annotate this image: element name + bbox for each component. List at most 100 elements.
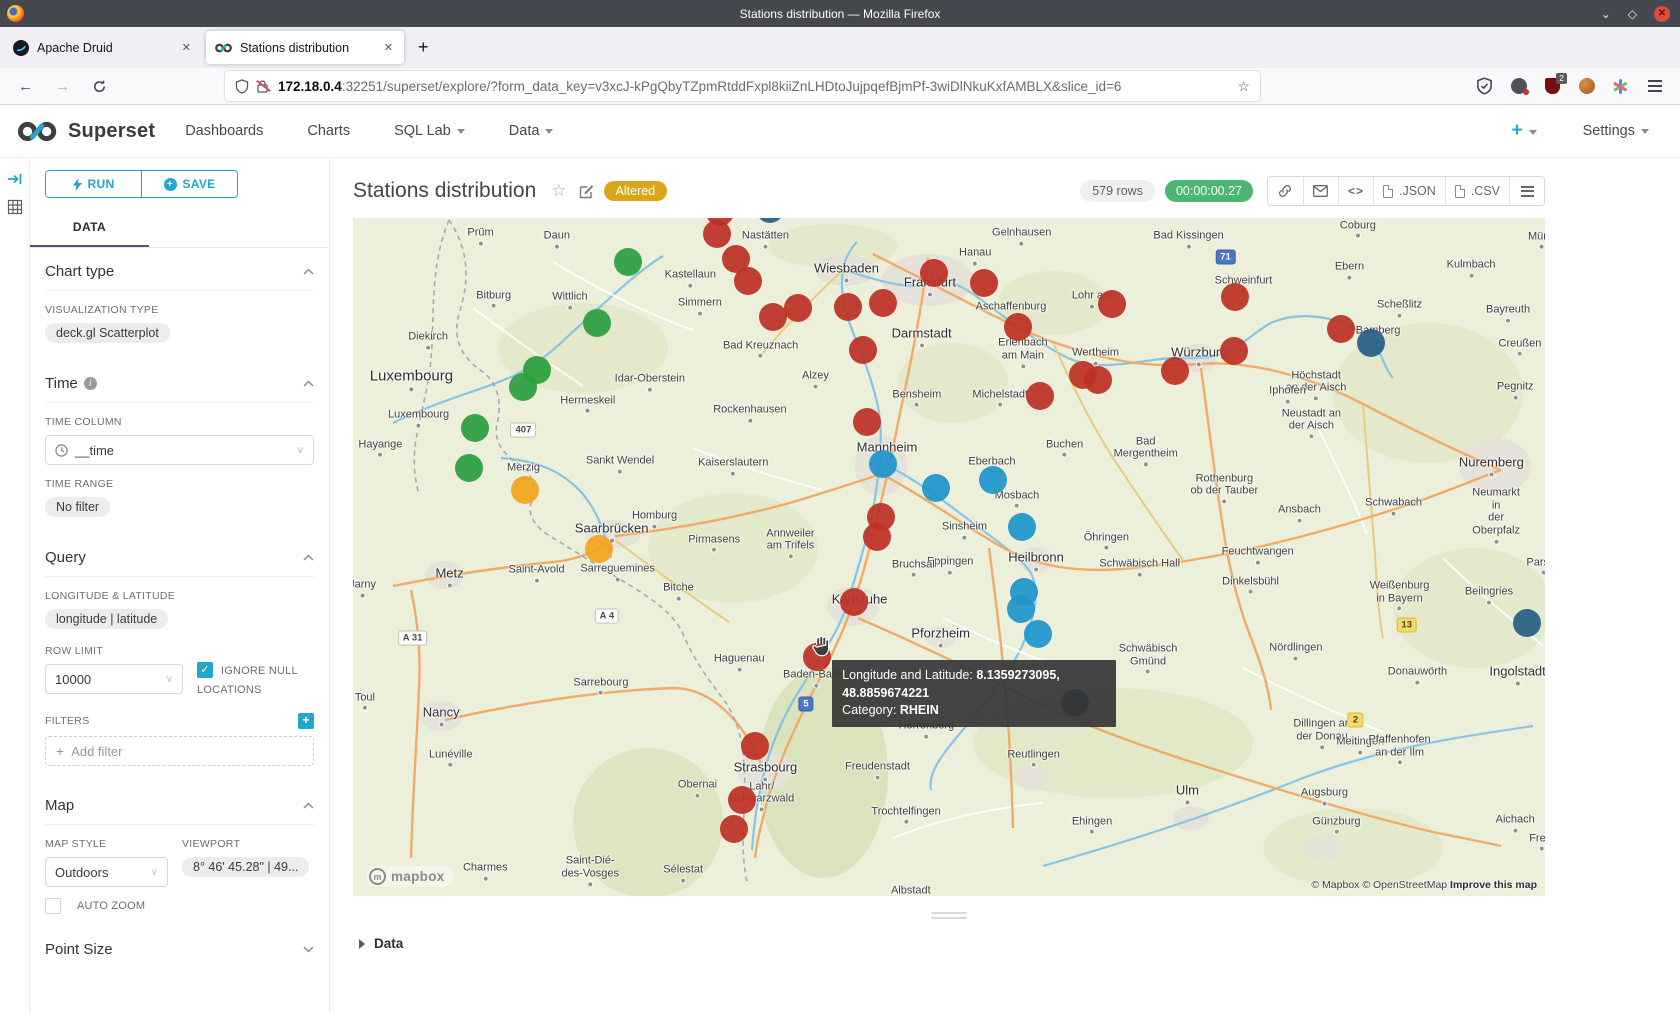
scatter-point[interactable] xyxy=(720,815,748,843)
add-filter-plus-button[interactable]: + xyxy=(298,713,314,729)
lonlat-value[interactable]: longitude | latitude xyxy=(45,609,168,629)
scatter-point[interactable] xyxy=(511,476,539,504)
altered-badge[interactable]: Altered xyxy=(604,181,668,201)
mapbox-logo[interactable]: m mapbox xyxy=(366,866,454,887)
checkbox-unchecked-icon[interactable] xyxy=(45,898,61,914)
scatter-point[interactable] xyxy=(1007,595,1035,623)
window-maximize-icon[interactable]: ◇ xyxy=(1628,7,1637,21)
scatter-point[interactable] xyxy=(1098,290,1126,318)
export-json-button[interactable]: .JSON xyxy=(1373,177,1445,205)
reload-icon[interactable] xyxy=(92,79,107,94)
embed-code-button[interactable]: <> xyxy=(1338,177,1373,205)
tab-apache-druid[interactable]: Apache Druid ✕ xyxy=(4,31,202,64)
tracking-shield-icon[interactable] xyxy=(235,79,249,94)
time-column-select[interactable]: __time ∨ xyxy=(45,435,314,465)
scatter-point[interactable] xyxy=(455,454,483,482)
scatter-point[interactable] xyxy=(920,259,948,287)
deckgl-map[interactable]: PrümDaunNastättenGelnhausenBad Kissingen… xyxy=(353,218,1545,896)
scatter-point[interactable] xyxy=(1220,337,1248,365)
checkbox-checked-icon[interactable]: ✓ xyxy=(197,662,213,678)
scatter-point[interactable] xyxy=(979,466,1007,494)
scatter-point[interactable] xyxy=(1024,620,1052,648)
superset-brand[interactable]: Superset xyxy=(17,119,155,144)
scatter-point[interactable] xyxy=(1357,329,1385,357)
panel-resize-handle[interactable] xyxy=(931,912,967,919)
scatter-point[interactable] xyxy=(585,535,613,563)
scatter-point[interactable] xyxy=(756,218,784,223)
tab-close-icon[interactable]: ✕ xyxy=(382,39,395,56)
nav-item-sql-lab[interactable]: SQL Lab xyxy=(394,123,465,139)
scatter-point[interactable] xyxy=(734,267,762,295)
back-button-icon[interactable]: ← xyxy=(18,78,33,95)
nav-item-dashboards[interactable]: Dashboards xyxy=(185,123,263,139)
scatter-point[interactable] xyxy=(863,523,891,551)
scatter-point[interactable] xyxy=(1221,283,1249,311)
window-minimize-icon[interactable]: ⌄ xyxy=(1601,7,1611,21)
section-point-size[interactable]: Point Size xyxy=(45,926,314,968)
section-chart-type[interactable]: Chart type xyxy=(45,248,314,291)
url-bar[interactable]: 172.18.0.4 :32251/superset/explore/?form… xyxy=(225,71,1260,101)
viz-type-value[interactable]: deck.gl Scatterplot xyxy=(45,323,170,343)
scatter-point[interactable] xyxy=(461,414,489,442)
tab-stations-distribution[interactable]: Stations distribution ✕ xyxy=(206,31,404,64)
container-mask-icon[interactable] xyxy=(1509,77,1528,96)
pinwheel-extension-icon[interactable] xyxy=(1611,77,1630,96)
new-item-button[interactable]: + xyxy=(1511,120,1536,142)
scatter-point[interactable] xyxy=(922,474,950,502)
map-attribution[interactable]: © Mapbox © OpenStreetMap Improve this ma… xyxy=(1311,879,1537,891)
scatter-point[interactable] xyxy=(869,450,897,478)
favorite-star-icon[interactable]: ☆ xyxy=(551,181,566,201)
ignore-null-checkbox-row[interactable]: ✓ IGNORE NULL LOCATIONS xyxy=(197,632,314,699)
viewport-value[interactable]: 8° 46' 45.28" | 49... xyxy=(182,857,309,877)
insecure-lock-icon[interactable] xyxy=(256,79,270,94)
scatter-point[interactable] xyxy=(1161,357,1189,385)
scatter-point[interactable] xyxy=(784,294,812,322)
expand-panel-icon[interactable] xyxy=(7,172,23,186)
settings-menu[interactable]: Settings xyxy=(1583,123,1649,139)
cookie-extension-icon[interactable] xyxy=(1577,77,1596,96)
export-csv-button[interactable]: .CSV xyxy=(1445,177,1509,205)
run-button[interactable]: RUN xyxy=(46,171,141,197)
scatter-point[interactable] xyxy=(834,293,862,321)
add-filter-box[interactable]: + Add filter xyxy=(45,736,314,766)
dataset-grid-icon[interactable] xyxy=(7,199,23,215)
scatter-point[interactable] xyxy=(1084,366,1112,394)
scatter-point[interactable] xyxy=(1008,513,1036,541)
data-collapse-row[interactable]: Data xyxy=(353,936,1545,951)
tab-data[interactable]: DATA xyxy=(30,210,149,247)
email-button[interactable] xyxy=(1303,177,1338,205)
scatter-point[interactable] xyxy=(1327,315,1355,343)
scatter-point[interactable] xyxy=(614,248,642,276)
copy-link-button[interactable] xyxy=(1268,177,1303,205)
scatter-point[interactable] xyxy=(853,408,881,436)
nav-item-data[interactable]: Data xyxy=(509,123,554,139)
new-tab-button[interactable]: + xyxy=(408,37,439,58)
scatter-point[interactable] xyxy=(741,732,769,760)
scatter-point[interactable] xyxy=(1026,382,1054,410)
bookmark-star-icon[interactable]: ☆ xyxy=(1237,78,1250,95)
save-button[interactable]: + SAVE xyxy=(141,171,237,197)
scatter-point[interactable] xyxy=(970,269,998,297)
section-time[interactable]: Timei xyxy=(45,360,314,403)
scatter-point[interactable] xyxy=(849,336,877,364)
edit-pencil-icon[interactable] xyxy=(579,184,594,199)
section-query[interactable]: Query xyxy=(45,534,314,577)
auto-zoom-row[interactable]: AUTO ZOOM xyxy=(45,898,314,914)
chart-menu-button[interactable] xyxy=(1509,177,1544,205)
ublock-extension-icon[interactable]: 2 xyxy=(1543,77,1562,96)
scatter-point[interactable] xyxy=(1513,609,1541,637)
forward-button-icon[interactable]: → xyxy=(55,78,70,95)
scatter-point[interactable] xyxy=(1004,313,1032,341)
time-range-value[interactable]: No filter xyxy=(45,497,110,517)
browser-menu-icon[interactable] xyxy=(1645,77,1664,96)
scatter-point[interactable] xyxy=(869,289,897,317)
scatter-point[interactable] xyxy=(728,786,756,814)
row-limit-select[interactable]: 10000 ∨ xyxy=(45,664,183,694)
section-map[interactable]: Map xyxy=(45,782,314,825)
nav-item-charts[interactable]: Charts xyxy=(307,123,350,139)
tab-close-icon[interactable]: ✕ xyxy=(180,39,193,56)
map-style-select[interactable]: Outdoors ∨ xyxy=(45,857,168,887)
scatter-point[interactable] xyxy=(759,303,787,331)
scatter-point[interactable] xyxy=(840,588,868,616)
scatter-point[interactable] xyxy=(583,309,611,337)
